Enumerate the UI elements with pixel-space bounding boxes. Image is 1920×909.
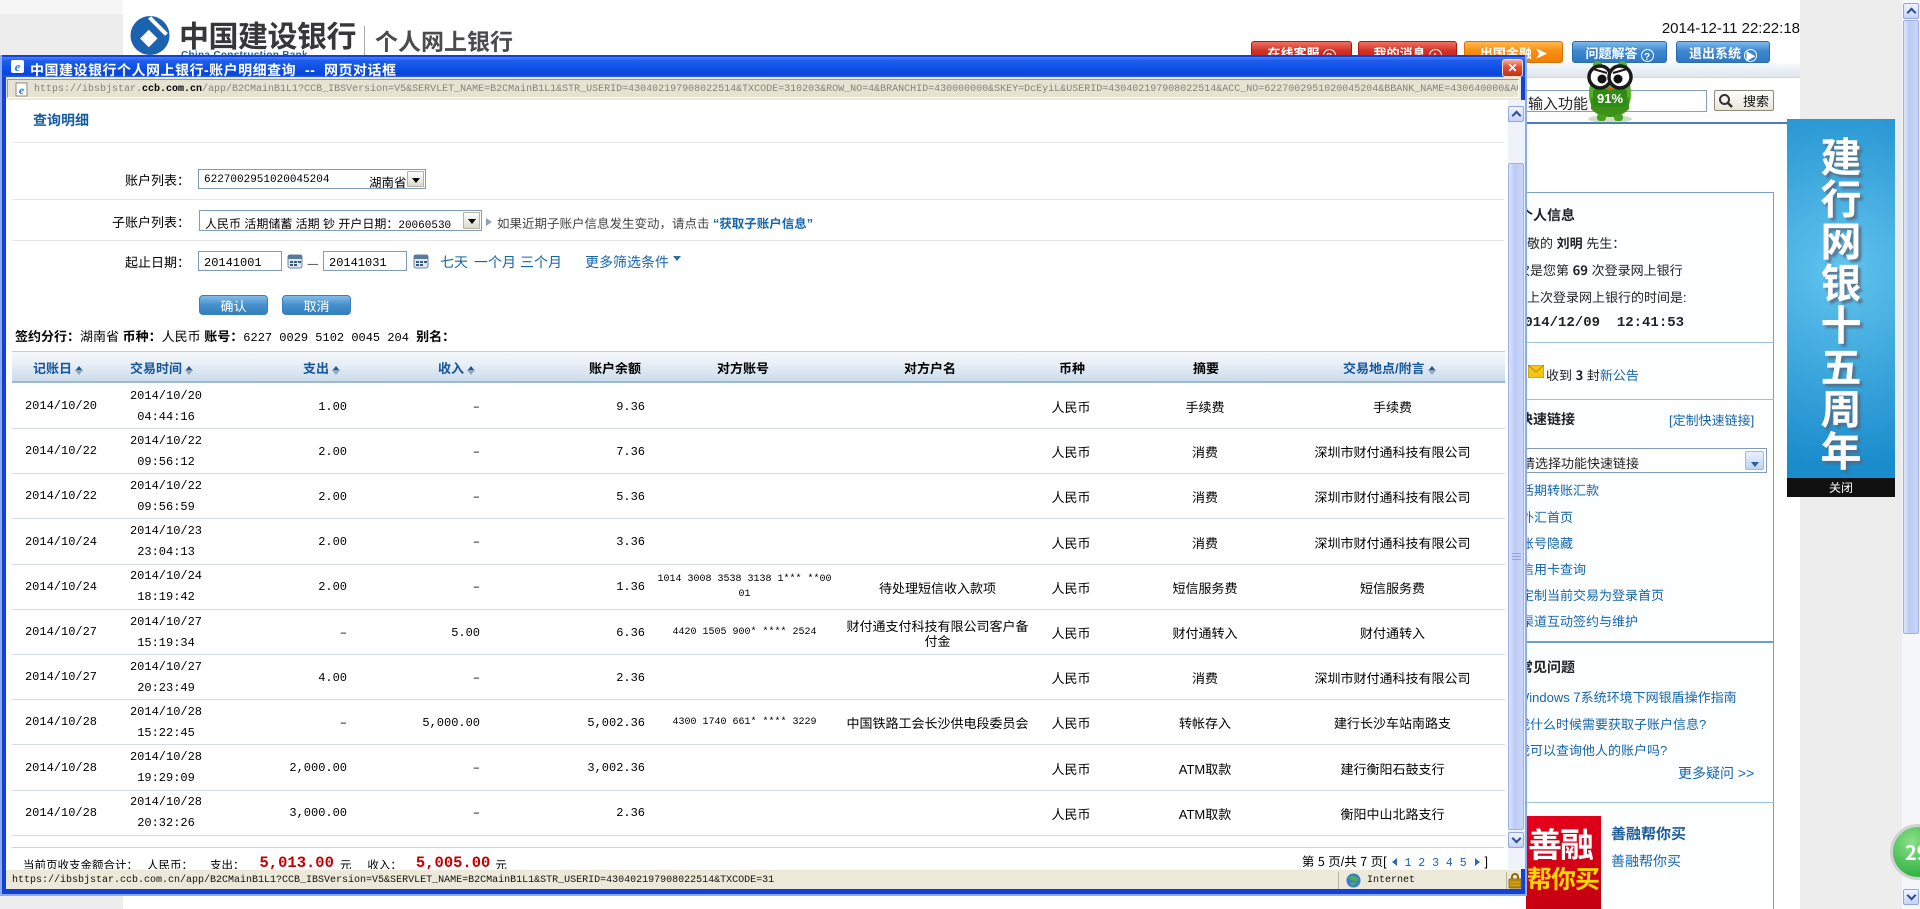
svg-text:91%: 91% — [1597, 91, 1623, 106]
svg-text:e: e — [15, 59, 21, 74]
svg-text:e: e — [19, 83, 25, 97]
